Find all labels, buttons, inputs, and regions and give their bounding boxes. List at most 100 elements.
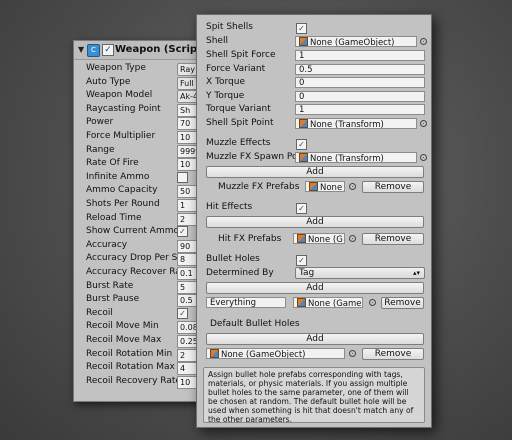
bullet-holes-label: Bullet Holes xyxy=(206,254,260,264)
default-bullet-hole-picker-icon[interactable] xyxy=(349,350,356,357)
property-label: Power xyxy=(86,117,114,128)
shell-spit-point-value: None (Transform) xyxy=(310,120,384,129)
property-label: Accuracy xyxy=(86,239,128,250)
determined-by-label: Determined By xyxy=(206,268,274,278)
property-label: Weapon Model xyxy=(86,90,153,101)
help-box: Assign bullet hole prefabs corresponding… xyxy=(203,367,425,423)
shell-spit-point-picker-icon[interactable] xyxy=(420,120,427,127)
bullet-hole-prefab-picker-icon[interactable] xyxy=(369,299,376,306)
hit-fx-prefab-value: None (G xyxy=(308,235,343,244)
property-label: Recoil Recovery Rate xyxy=(86,375,181,386)
y-torque-label: Y Torque xyxy=(206,91,245,101)
muzzle-fx-spawn-point-picker-icon[interactable] xyxy=(420,154,427,161)
shell-spit-force-field[interactable]: 1 xyxy=(295,50,425,61)
property-checkbox[interactable]: ✓ xyxy=(177,226,188,238)
hit-fx-prefab-field[interactable]: None (G xyxy=(293,233,345,244)
determined-by-dropdown[interactable]: Tag ▴▾ xyxy=(295,267,425,279)
component-title: Weapon (Script) xyxy=(115,44,207,55)
property-label: Recoil Move Max xyxy=(86,335,162,345)
property-label: Recoil Rotation Min xyxy=(86,348,173,359)
help-text: Assign bullet hole prefabs corresponding… xyxy=(208,370,414,423)
spit-shells-checkbox[interactable]: ✓ xyxy=(296,23,307,34)
property-checkbox[interactable]: ✓ xyxy=(177,307,188,319)
property-label: Rate Of Fire xyxy=(86,158,139,169)
property-label: Force Multiplier xyxy=(86,131,156,141)
force-variant-field[interactable]: 0.5 xyxy=(295,64,425,75)
hit-effects-label: Hit Effects xyxy=(206,202,253,212)
x-torque-field[interactable]: 0 xyxy=(295,77,425,88)
shell-object-picker-icon[interactable] xyxy=(420,38,427,45)
effects-inspector-panel: Spit Shells ✓ Shell None (GameObject) Sh… xyxy=(196,14,432,428)
gameobject-icon xyxy=(297,298,306,307)
shell-label: Shell xyxy=(206,36,228,46)
property-label: Burst Pause xyxy=(86,294,140,305)
property-label: Recoil Rotation Max xyxy=(86,362,175,373)
bullet-hole-tag-field[interactable]: Everything xyxy=(206,297,286,308)
default-bullet-hole-add-button[interactable]: Add xyxy=(206,333,424,345)
dropdown-arrow-icon: ▴▾ xyxy=(412,269,420,277)
shell-spit-force-label: Shell Spit Force xyxy=(206,50,276,60)
gameobject-icon xyxy=(299,37,308,46)
property-label: Burst Rate xyxy=(86,280,134,291)
weapon-inspector-panel: ▼ C ✓ Weapon (Script) Weapon Type Ray Auto… xyxy=(73,40,215,402)
x-torque-label: X Torque xyxy=(206,77,245,87)
muzzle-fx-spawn-point-value: None (Transform) xyxy=(310,154,384,163)
property-label: Accuracy Recover Rate xyxy=(86,267,190,277)
gameobject-icon xyxy=(297,234,306,243)
shell-spit-point-label: Shell Spit Point xyxy=(206,118,274,128)
property-label: Range xyxy=(86,144,115,155)
csharp-script-icon: C xyxy=(87,44,100,57)
foldout-arrow-icon[interactable]: ▼ xyxy=(78,45,84,54)
torque-variant-label: Torque Variant xyxy=(206,104,271,114)
determined-by-value: Tag xyxy=(299,268,315,278)
default-bullet-hole-value: None (GameObject) xyxy=(221,350,306,359)
bullet-hole-prefab-value: None (Gamel xyxy=(308,299,363,308)
property-label: Infinite Ammo xyxy=(86,171,150,182)
property-label: Ammo Capacity xyxy=(86,185,158,196)
spit-shells-label: Spit Shells xyxy=(206,22,253,32)
y-torque-field[interactable]: 0 xyxy=(295,91,425,102)
default-bullet-hole-remove-button[interactable]: Remove xyxy=(362,348,424,360)
default-bullet-holes-label: Default Bullet Holes xyxy=(210,319,300,329)
transform-icon xyxy=(299,153,308,162)
muzzle-effects-label: Muzzle Effects xyxy=(206,138,271,148)
gameobject-icon xyxy=(210,349,219,358)
hit-fx-prefab-picker-icon[interactable] xyxy=(349,235,356,242)
property-label: Raycasting Point xyxy=(86,103,161,114)
hit-fx-prefabs-label: Hit FX Prefabs xyxy=(218,234,282,244)
component-enabled-checkbox[interactable]: ✓ xyxy=(102,44,114,56)
torque-variant-field[interactable]: 1 xyxy=(295,104,425,115)
property-label: Reload Time xyxy=(86,212,142,223)
property-label: Recoil Move Min xyxy=(86,321,159,332)
property-label: Show Current Ammo xyxy=(86,226,180,237)
bullet-hole-remove-button[interactable]: Remove xyxy=(381,297,424,309)
property-label: Weapon Type xyxy=(86,63,146,73)
muzzle-fx-remove-button[interactable]: Remove xyxy=(362,181,424,193)
property-label: Auto Type xyxy=(86,76,131,87)
bullet-holes-checkbox[interactable]: ✓ xyxy=(296,255,307,266)
property-label: Recoil xyxy=(86,307,113,318)
muzzle-fx-spawn-point-field[interactable]: None (Transform) xyxy=(295,152,417,163)
force-variant-label: Force Variant xyxy=(206,64,266,74)
shell-spit-point-field[interactable]: None (Transform) xyxy=(295,118,417,129)
component-header[interactable]: ▼ C ✓ Weapon (Script) xyxy=(74,41,214,60)
property-checkbox[interactable] xyxy=(177,171,188,183)
muzzle-fx-add-button[interactable]: Add xyxy=(206,166,424,178)
gameobject-icon xyxy=(309,182,318,191)
bullet-hole-prefab-field[interactable]: None (Gamel xyxy=(293,297,363,308)
bullet-hole-add-button[interactable]: Add xyxy=(206,282,424,294)
shell-value: None (GameObject) xyxy=(310,38,395,47)
muzzle-effects-checkbox[interactable]: ✓ xyxy=(296,139,307,150)
muzzle-fx-prefab-picker-icon[interactable] xyxy=(349,183,356,190)
transform-icon xyxy=(299,119,308,128)
property-label: Shots Per Round xyxy=(86,199,160,209)
muzzle-fx-prefab-field[interactable]: None (G xyxy=(305,181,345,192)
muzzle-fx-spawn-point-label: Muzzle FX Spawn Po xyxy=(206,152,298,162)
shell-object-field[interactable]: None (GameObject) xyxy=(295,36,417,47)
hit-fx-add-button[interactable]: Add xyxy=(206,216,424,228)
muzzle-fx-prefab-value: None (G xyxy=(320,183,344,192)
hit-effects-checkbox[interactable]: ✓ xyxy=(296,203,307,214)
muzzle-fx-prefabs-label: Muzzle FX Prefabs xyxy=(218,182,300,192)
hit-fx-remove-button[interactable]: Remove xyxy=(362,233,424,245)
default-bullet-hole-field[interactable]: None (GameObject) xyxy=(206,348,345,359)
